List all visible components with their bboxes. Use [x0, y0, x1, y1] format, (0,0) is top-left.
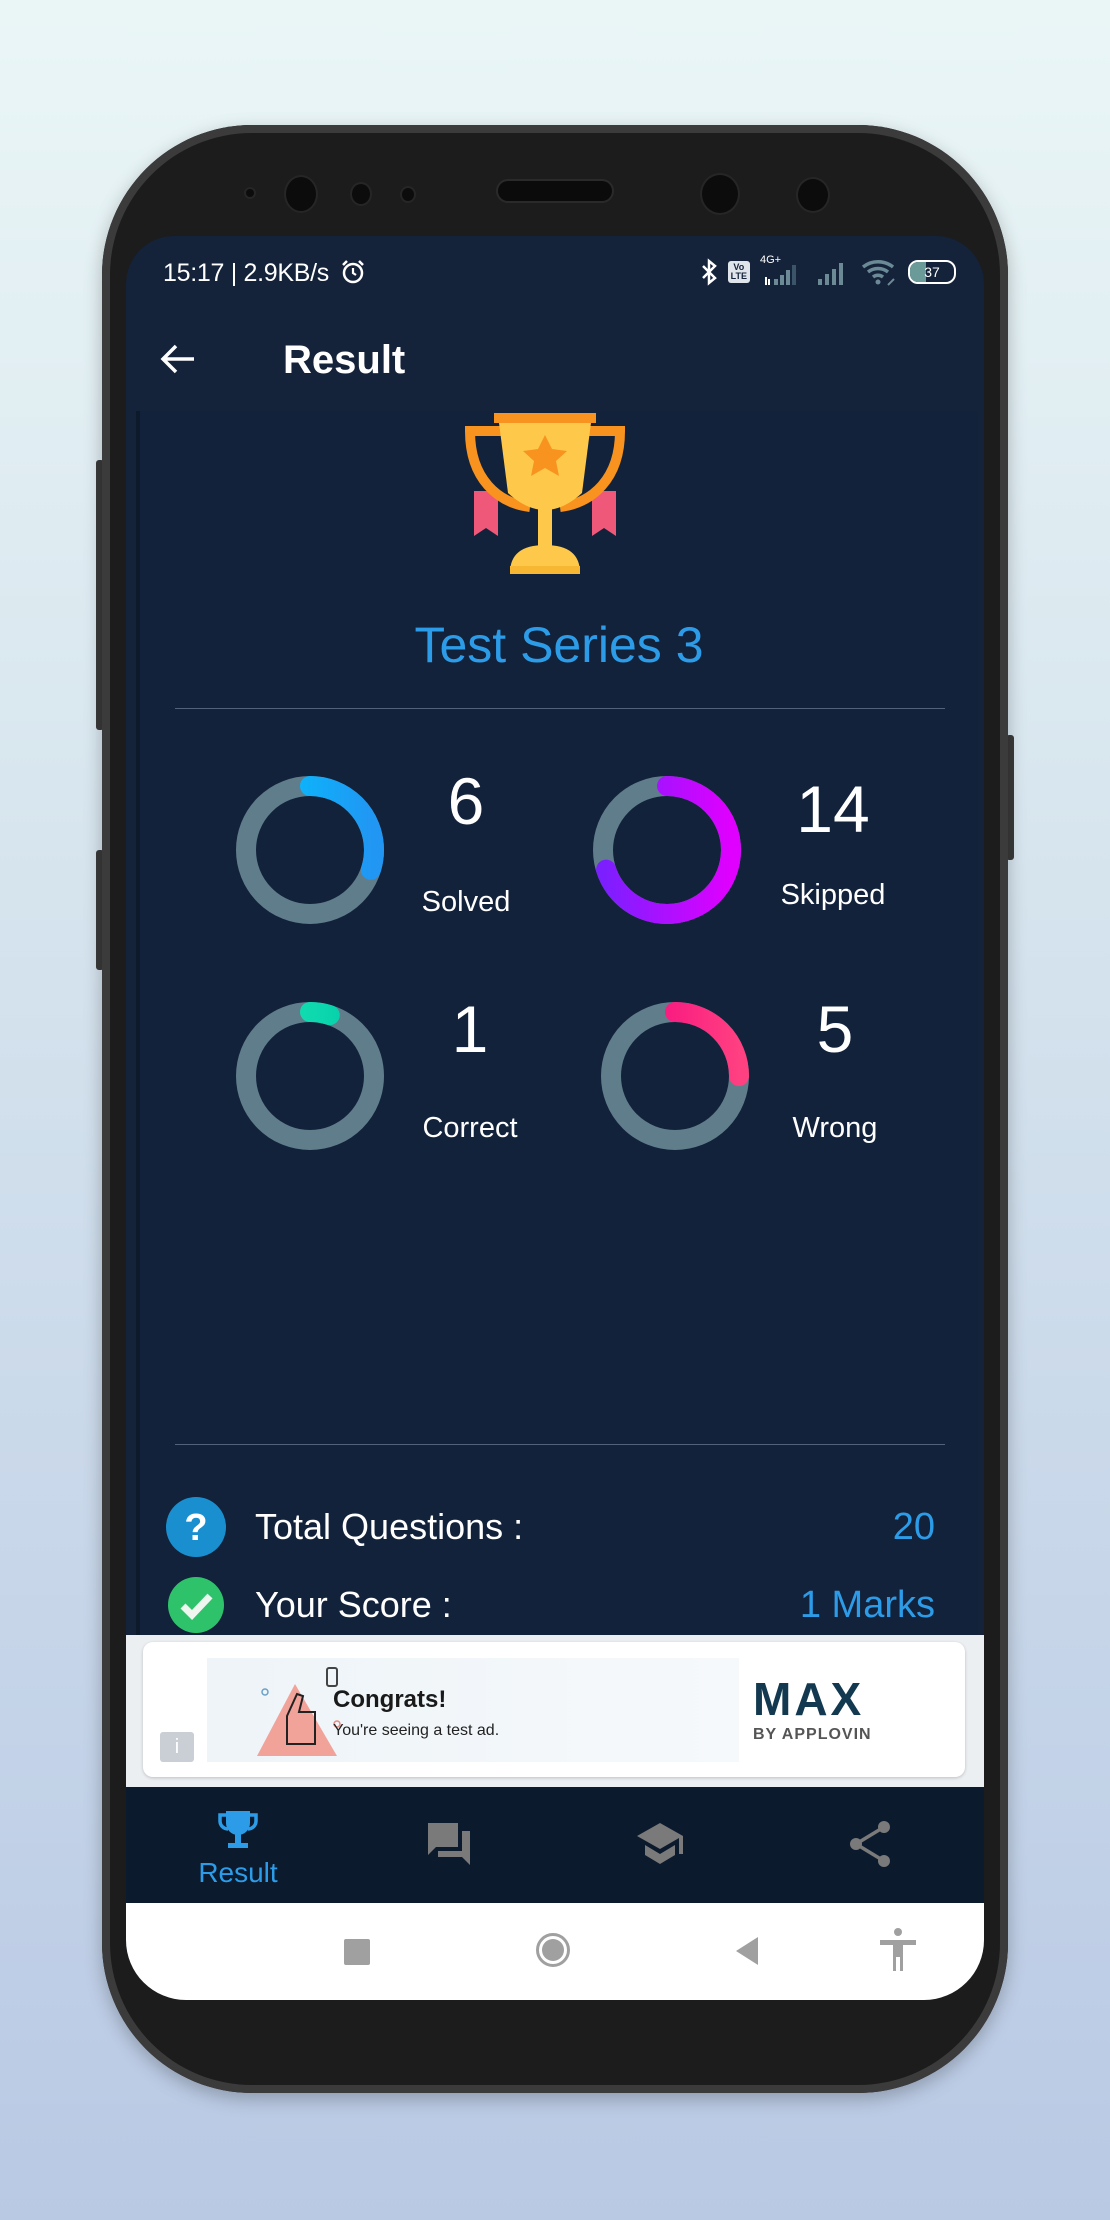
volte-bottom: LTE: [730, 271, 747, 281]
ad-container: Congrats! You're seeing a test ad. MAX B…: [126, 1635, 984, 1787]
check-icon: [168, 1577, 224, 1633]
trophy-icon: [464, 413, 626, 574]
skipped-label: Skipped: [780, 879, 886, 911]
summary-value: 20: [892, 1506, 935, 1548]
status-bar: 15:17 | 2.9KB/s Vo LTE 4G+ 37: [126, 236, 984, 308]
accessibility-icon[interactable]: [878, 1927, 918, 1973]
progress-ring-correct: [236, 1002, 384, 1150]
phone-sensor: [798, 179, 828, 211]
progress-ring-wrong: [601, 1002, 749, 1150]
ad-banner[interactable]: Congrats! You're seeing a test ad. MAX B…: [143, 1642, 965, 1777]
nav-tab-discussion[interactable]: [379, 1787, 519, 1903]
stat-solved: 6 Solved: [231, 764, 591, 941]
wrong-label: Wrong: [792, 1112, 878, 1144]
back-nav-icon[interactable]: [734, 1936, 760, 1966]
svg-text:?: ?: [184, 1507, 207, 1549]
home-button[interactable]: [536, 1933, 570, 1967]
battery-level: 37: [924, 264, 940, 280]
phone-sensor: [402, 188, 414, 201]
alarm-icon: [341, 260, 364, 284]
arrow-back-icon: [160, 344, 194, 374]
ad-title: Congrats!: [333, 1686, 447, 1713]
share-icon: [850, 1821, 890, 1867]
stat-wrong: 5 Wrong: [596, 992, 956, 1167]
signal-4g: 4G+: [760, 254, 806, 287]
skipped-count: 14: [796, 772, 870, 846]
nav-tab-share[interactable]: [801, 1787, 941, 1903]
divider: [175, 708, 945, 709]
ring-track: [236, 1002, 384, 1150]
question-icon: ?: [166, 1497, 226, 1557]
bottom-navigation: Result: [126, 1787, 984, 1903]
bluetooth-icon: [701, 258, 717, 286]
summary-row-total-questions: ? Total Questions : 20: [165, 1494, 935, 1558]
correct-label: Correct: [422, 1112, 518, 1144]
back-button[interactable]: [154, 334, 204, 384]
home-button-inner: [542, 1939, 564, 1961]
phone-front-camera: [702, 175, 738, 213]
phone-sensor: [246, 189, 254, 197]
volte-icon: Vo LTE: [727, 261, 750, 283]
summary-value: 1 Marks: [799, 1584, 935, 1626]
test-series-title: Test Series 3: [414, 617, 704, 673]
progress-ring-solved: [236, 776, 384, 924]
status-time: 15:17 | 2.9KB/s: [163, 258, 367, 288]
wrong-count: 5: [816, 992, 854, 1066]
phone-sensor: [352, 184, 370, 204]
wifi-icon: [861, 259, 895, 286]
summary-label: Your Score :: [255, 1584, 452, 1625]
school-icon: [637, 1823, 683, 1864]
stat-correct: 1 Correct: [231, 992, 591, 1167]
solved-label: Solved: [421, 886, 511, 918]
phone-screen: 15:17 | 2.9KB/s Vo LTE 4G+ 37 Result Tes…: [126, 236, 984, 2000]
forum-icon: [428, 1823, 470, 1865]
summary-label: Total Questions :: [255, 1506, 524, 1547]
nav-tab-learn[interactable]: [590, 1787, 730, 1903]
solved-count: 6: [447, 764, 485, 838]
phone-front-camera: [286, 177, 316, 211]
stat-skipped: 14 Skipped: [588, 771, 948, 941]
trophy-icon: [218, 1811, 258, 1848]
ad-brand-sub: BY APPLOVIN: [753, 1726, 872, 1743]
recents-button[interactable]: [344, 1939, 370, 1965]
phone-speaker: [498, 181, 612, 201]
nav-tab-result[interactable]: Result: [168, 1787, 308, 1903]
ad-subtitle: You're seeing a test ad.: [333, 1722, 500, 1739]
page-title: Result: [283, 338, 406, 382]
status-time-text: 15:17 | 2.9KB/s: [163, 259, 329, 287]
ad-creative[interactable]: Congrats! You're seeing a test ad.: [207, 1658, 739, 1762]
ad-brand: MAX: [753, 1673, 865, 1725]
status-icons: Vo LTE 4G+ 37: [700, 254, 956, 288]
ad-info-icon[interactable]: i: [160, 1732, 194, 1762]
system-navigation-bar: [126, 1903, 984, 2000]
signal-icon: [818, 263, 843, 285]
correct-count: 1: [451, 992, 489, 1066]
summary-row-your-score: Your Score : 1 Marks: [165, 1572, 935, 1636]
signal-icon: [765, 265, 796, 285]
nav-label: Result: [198, 1857, 278, 1888]
divider: [175, 1444, 945, 1445]
progress-ring-skipped: [593, 776, 741, 924]
app-toolbar: Result: [126, 308, 984, 411]
battery-icon: 37: [908, 260, 956, 284]
